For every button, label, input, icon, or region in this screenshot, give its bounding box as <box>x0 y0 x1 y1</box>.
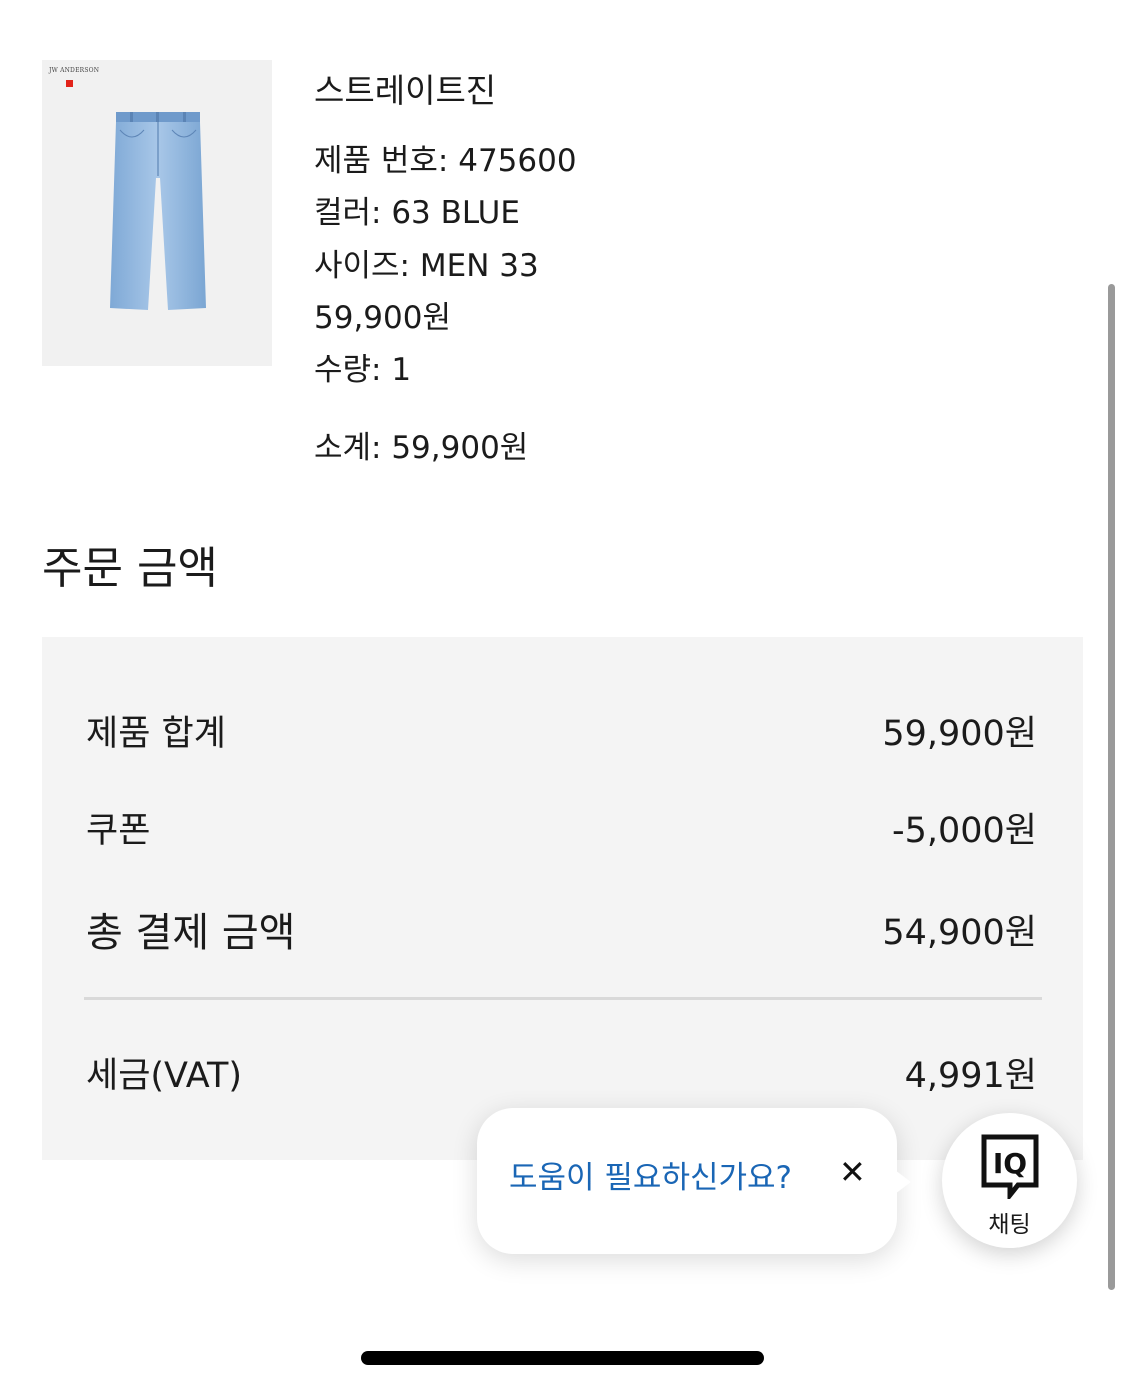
summary-label: 제품 합계 <box>86 714 226 754</box>
product-size: 사이즈: MEN 33 <box>314 248 539 284</box>
home-indicator[interactable] <box>361 1351 764 1365</box>
summary-label: 세금(VAT) <box>86 1056 243 1096</box>
help-popup[interactable]: 도움이 필요하신가요? ✕ <box>477 1108 911 1254</box>
order-page: JW ANDERSON 스트레이트진 제품 번호: 475600 컬러: 63 … <box>0 0 1125 1386</box>
summary-row-product-total: 제품 합계 59,900원 <box>86 705 1037 756</box>
product-thumbnail[interactable]: JW ANDERSON <box>42 60 272 366</box>
scrollbar[interactable] <box>1108 284 1115 1290</box>
summary-value: 59,900원 <box>882 714 1037 754</box>
help-popup-text[interactable]: 도움이 필요하신가요? <box>509 1152 792 1197</box>
brand-red-square <box>66 80 73 87</box>
summary-row-coupon: 쿠폰 -5,000원 <box>86 802 1037 853</box>
summary-label: 총 결제 금액 <box>86 910 296 956</box>
summary-label: 쿠폰 <box>86 811 151 851</box>
chat-button[interactable]: IQ 채팅 <box>942 1113 1077 1248</box>
summary-row-vat: 세금(VAT) 4,991원 <box>86 1047 1037 1098</box>
chat-logo-icon: IQ <box>981 1134 1039 1199</box>
close-icon[interactable]: ✕ <box>839 1156 866 1188</box>
summary-value: 54,900원 <box>882 912 1037 953</box>
product-price: 59,900원 <box>314 300 451 336</box>
order-summary-panel: 제품 합계 59,900원 쿠폰 -5,000원 총 결제 금액 54,900원… <box>42 637 1083 1160</box>
summary-value: -5,000원 <box>891 811 1037 851</box>
brand-logo: JW ANDERSON <box>49 67 100 74</box>
product-number: 제품 번호: 475600 <box>314 143 577 179</box>
product-subtotal: 소계: 59,900원 <box>314 430 529 466</box>
product-color: 컬러: 63 BLUE <box>314 195 520 231</box>
chat-label: 채팅 <box>988 1212 1031 1238</box>
summary-row-grand-total: 총 결제 금액 54,900원 <box>86 900 1037 958</box>
product-name[interactable]: 스트레이트진 <box>314 64 496 112</box>
summary-value: 4,991원 <box>904 1056 1037 1096</box>
order-summary-title: 주문 금액 <box>42 543 218 594</box>
chat-logo-text: IQ <box>993 1147 1027 1180</box>
summary-divider <box>84 997 1042 1000</box>
jeans-image <box>110 112 206 310</box>
product-quantity: 수량: 1 <box>314 352 412 388</box>
